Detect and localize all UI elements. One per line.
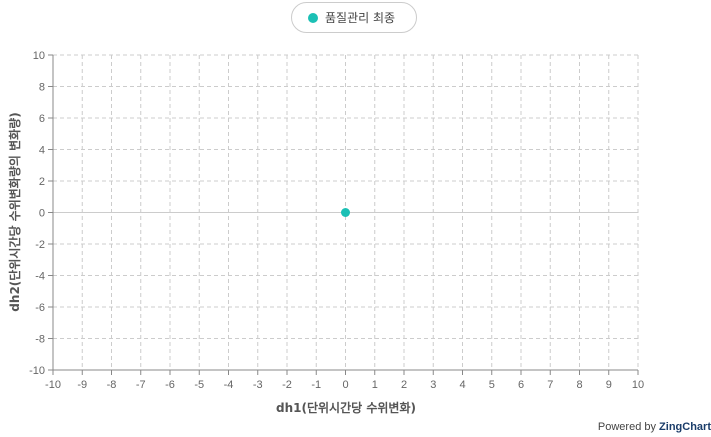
x-axis-ticks: -10 -9 -8 -7 -6 -5 -4 -3 -2 -1 0 1 2 3 4 5 6 7 8 9 10 <box>45 370 644 391</box>
y-axis-title: dh2(단위시간당 수위변화량의 변화량) <box>7 112 22 311</box>
x-tick-label: 7 <box>547 379 553 391</box>
x-tick-label: -9 <box>77 379 87 391</box>
x-tick-label: -3 <box>253 379 263 391</box>
x-axis-title: dh1(단위시간당 수위변화) <box>276 400 416 415</box>
brand-link[interactable]: ZingChart <box>659 421 711 433</box>
y-tick-label: -2 <box>35 239 45 251</box>
x-tick-label: 10 <box>632 379 644 391</box>
x-tick-label: -5 <box>194 379 204 391</box>
y-tick-label: 10 <box>33 50 45 62</box>
y-tick-label: -8 <box>35 334 45 346</box>
scatter-chart: -10 -9 -8 -7 -6 -5 -4 -3 -2 -1 0 1 2 3 4 5 6 7 8 9 10 108642… <box>7 50 644 415</box>
legend[interactable]: 품질관리 최종 <box>291 2 417 33</box>
x-tick-label: 8 <box>576 379 582 391</box>
x-tick-label: 4 <box>459 379 465 391</box>
y-tick-label: -4 <box>35 271 45 283</box>
x-tick-label: 2 <box>401 379 407 391</box>
data-points <box>341 208 350 217</box>
x-tick-label: -2 <box>282 379 292 391</box>
x-tick-label: -10 <box>45 379 61 391</box>
x-tick-label: 6 <box>518 379 524 391</box>
x-tick-label: 3 <box>430 379 436 391</box>
powered-by-text: Powered by <box>597 421 660 433</box>
x-tick-label: 1 <box>372 379 378 391</box>
y-tick-label: -6 <box>35 302 45 314</box>
x-tick-label: -6 <box>165 379 175 391</box>
x-tick-label: 0 <box>342 379 348 391</box>
y-tick-label: 4 <box>39 145 45 157</box>
y-tick-label: -10 <box>29 365 45 377</box>
y-tick-label: 6 <box>39 113 45 125</box>
x-tick-label: 9 <box>606 379 612 391</box>
y-tick-label: 8 <box>39 82 45 94</box>
x-tick-label: -1 <box>311 379 321 391</box>
legend-label: 품질관리 최종 <box>325 11 396 25</box>
legend-marker-icon <box>308 12 318 23</box>
x-tick-label: 5 <box>489 379 495 391</box>
y-tick-label: 0 <box>39 208 45 220</box>
data-point <box>341 208 350 217</box>
y-axis-ticks: 10 8 6 4 2 0 -2 -4 -6 -8 -10 <box>29 50 53 377</box>
x-tick-label: -4 <box>224 379 234 391</box>
powered-by-credit[interactable]: Powered by ZingChart <box>598 421 711 433</box>
y-tick-label: 2 <box>39 176 45 188</box>
x-tick-label: -7 <box>136 379 146 391</box>
x-tick-label: -8 <box>107 379 117 391</box>
